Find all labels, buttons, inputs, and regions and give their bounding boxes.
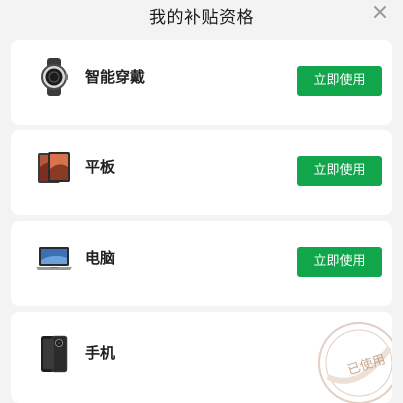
page-title: 我的补贴资格 [149,8,254,28]
subsidy-card-laptop: 电脑 立即使用 [11,221,392,306]
use-now-button[interactable]: 立即使用 [297,247,382,277]
subsidy-name: 智能穿戴 [85,68,146,86]
phone-icon [34,334,74,374]
subsidy-card-phone: 手机 已使用 [11,312,392,403]
used-stamp: 已使用 [316,320,392,403]
tablet-icon [34,147,74,187]
laptop-icon [34,238,74,278]
subsidy-card-wearable: 智能穿戴 立即使用 [11,40,392,125]
use-now-button[interactable]: 立即使用 [297,156,382,186]
subsidy-name: 平板 [85,158,116,176]
smartwatch-icon [34,57,74,97]
use-now-button[interactable]: 立即使用 [297,66,382,96]
close-icon[interactable] [372,4,388,20]
header: 我的补贴资格 [0,0,403,30]
subsidy-name: 电脑 [85,249,116,267]
subsidy-card-tablet: 平板 立即使用 [11,130,392,215]
subsidy-name: 手机 [85,344,116,362]
